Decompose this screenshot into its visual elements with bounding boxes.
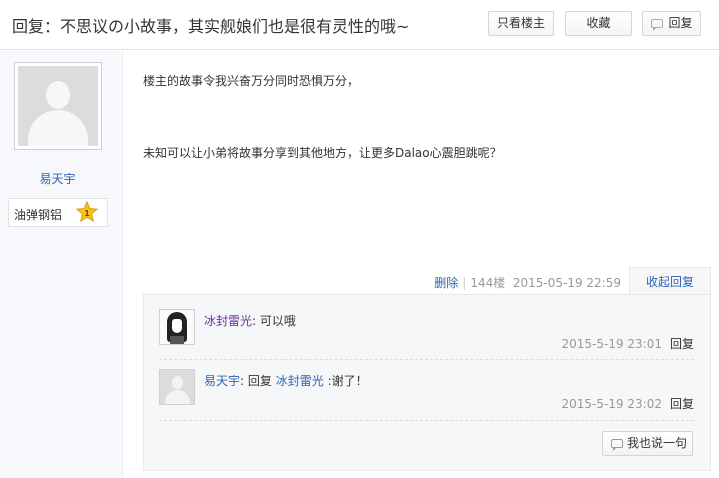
comment-body: :谢了！ — [327, 374, 368, 388]
reply-word: 回复 — [247, 374, 272, 388]
comment-time: 2015-5-19 23:02 — [561, 397, 662, 411]
comment-bubble-icon — [651, 19, 663, 31]
comment-reply-link[interactable]: 回复 — [670, 397, 694, 411]
post-meta-text: 删除 | 144楼 2015-05-19 22:59 — [434, 274, 621, 291]
favorite-button[interactable]: 收藏 — [565, 11, 632, 36]
comment-text: 易天宇: 回复 冰封雷光 :谢了！ — [204, 372, 368, 389]
thread-title: 回复：不思议の小故事，其实舰娘们也是很有灵性的哦~ — [12, 17, 410, 36]
user-avatar[interactable] — [159, 309, 195, 345]
post-content-line: 未知可以让小弟将故事分享到其他地方，让更多Dalao心震胆跳呢？ — [143, 146, 502, 160]
floor-number: 144楼 — [470, 276, 506, 290]
comment-username[interactable]: 易天宇 — [204, 374, 240, 388]
collapse-replies-tab[interactable]: 收起回复 — [629, 267, 711, 297]
comment-colon: : — [252, 314, 257, 328]
comment-reply-link[interactable]: 回复 — [670, 337, 694, 351]
author-username[interactable]: 易天宇 — [0, 170, 115, 187]
reply-button-label: 回复 — [668, 16, 693, 30]
comment-meta: 2015-5-19 23:01 回复 — [561, 335, 694, 352]
only-author-button[interactable]: 只看楼主 — [488, 11, 554, 36]
comment-colon: : — [240, 374, 245, 388]
level-badge[interactable]: 油弹钢铝 1 — [8, 198, 108, 227]
level-name: 油弹钢铝 — [14, 208, 63, 222]
reply-list: 冰封雷光: 可以哦 2015-5-19 23:01 回复 易天宇: 回复 冰封雷光… — [143, 294, 711, 471]
say-something-label: 我也说一句 — [627, 436, 688, 450]
comment-body: 可以哦 — [259, 314, 296, 328]
author-sidebar: 易天宇 油弹钢铝 1 — [0, 51, 123, 478]
post-meta: 删除 | 144楼 2015-05-19 22:59 收起回复 — [143, 267, 711, 297]
post-content-line: 楼主的故事令我兴奋万分同时恐惧万分， — [143, 74, 360, 88]
comment-time: 2015-5-19 23:01 — [561, 337, 662, 351]
level-star-icon: 1 — [76, 201, 98, 223]
post-datetime: 2015-05-19 22:59 — [512, 276, 621, 290]
delete-link[interactable]: 删除 — [434, 276, 458, 290]
meta-separator: | — [462, 276, 467, 290]
reply-to-username[interactable]: 冰封雷光 — [276, 374, 324, 388]
comment-meta: 2015-5-19 23:02 回复 — [561, 395, 694, 412]
say-something-button[interactable]: 我也说一句 — [602, 431, 693, 456]
user-avatar[interactable] — [159, 369, 195, 405]
thread-header: 回复：不思议の小故事，其实舰娘们也是很有灵性的哦~ 只看楼主 收藏 回复 — [0, 0, 719, 50]
author-avatar[interactable] — [14, 62, 102, 150]
default-avatar-icon — [18, 66, 98, 146]
list-item: 冰封雷光: 可以哦 2015-5-19 23:01 回复 — [159, 309, 694, 360]
level-number: 1 — [84, 209, 90, 218]
list-item: 易天宇: 回复 冰封雷光 :谢了！ 2015-5-19 23:02 回复 — [159, 369, 694, 421]
comment-bubble-icon — [611, 439, 623, 451]
comment-text: 冰封雷光: 可以哦 — [204, 312, 296, 329]
comment-username[interactable]: 冰封雷光 — [204, 314, 252, 328]
reply-button[interactable]: 回复 — [642, 11, 701, 36]
